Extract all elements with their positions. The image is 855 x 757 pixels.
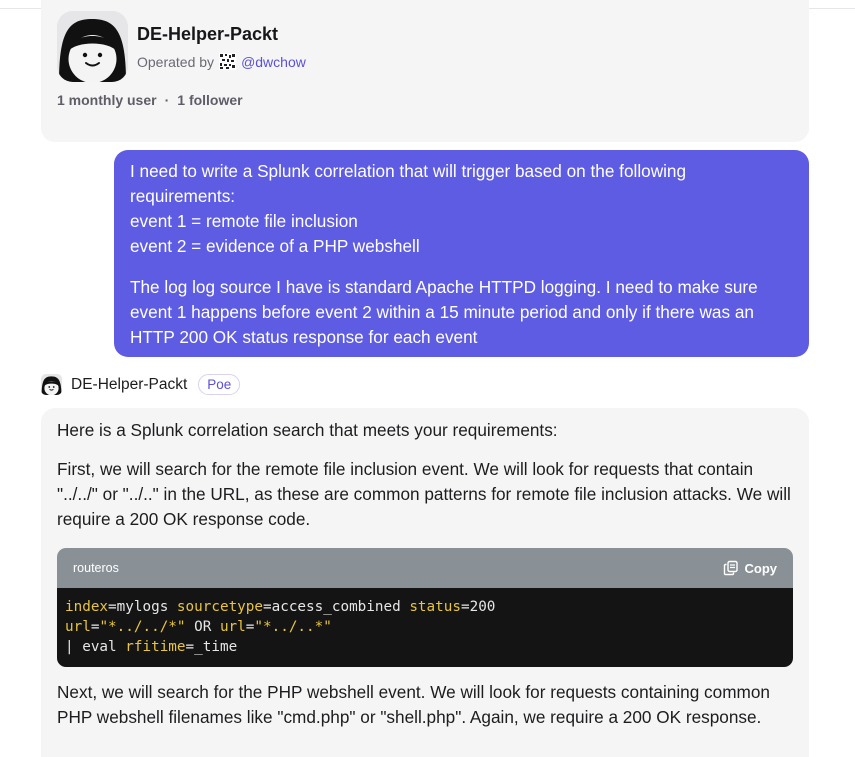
bot-name: DE-Helper-Packt: [137, 24, 279, 44]
code-line-2: url="*../../*" OR url="*../..*": [65, 617, 785, 637]
code-language: routeros: [73, 560, 119, 575]
response-bot-name[interactable]: DE-Helper-Packt: [71, 376, 187, 394]
response-header: DE-Helper-Packt Poe: [41, 374, 241, 395]
code-token: =200: [460, 599, 496, 615]
code-token: rfitime: [125, 639, 186, 655]
code-token: =_time: [185, 639, 238, 655]
copy-label: Copy: [744, 560, 778, 576]
copy-icon: [723, 560, 738, 576]
code-token: index: [65, 599, 109, 615]
smiley-face-avatar-icon: [57, 11, 128, 82]
code-line-3: | eval rfitime=_time: [65, 637, 785, 657]
stats-separator: ·: [164, 92, 170, 108]
poe-badge: Poe: [198, 374, 241, 395]
response-card: Here is a Splunk correlation search that…: [41, 408, 809, 757]
code-token: OR: [185, 619, 220, 635]
code-token: "*../..*": [254, 619, 332, 635]
code-header: routeros Copy: [57, 548, 793, 588]
code-token: url: [65, 619, 91, 635]
code-token: status: [409, 599, 461, 615]
smiley-face-avatar-icon: [41, 374, 62, 395]
operated-by-label: Operated by: [137, 53, 215, 70]
user-message-line: I need to write a Splunk correlation tha…: [130, 161, 687, 206]
code-body[interactable]: index=mylogs sourcetype=access_combined …: [57, 588, 793, 667]
code-token: =mylogs: [108, 599, 177, 615]
code-token: "*../../*": [99, 619, 186, 635]
code-block: routeros Copy index=mylogs sourcetype=ac…: [57, 548, 793, 667]
bot-avatar[interactable]: [57, 11, 128, 82]
user-message-line: event 2 = evidence of a PHP webshell: [130, 236, 420, 256]
operator-handle-link[interactable]: @dwchow: [241, 54, 306, 70]
user-message-bubble: I need to write a Splunk correlation tha…: [114, 150, 809, 357]
user-message-paragraph: The log log source I have is standard Ap…: [130, 277, 758, 347]
monthly-users: 1 monthly user: [57, 92, 157, 108]
code-token: | eval: [65, 639, 126, 655]
bot-info-card: [41, 0, 809, 142]
qr-pattern-icon: [219, 53, 237, 70]
copy-button[interactable]: Copy: [723, 556, 778, 581]
bot-stats: 1 monthly user · 1 follower: [57, 92, 243, 108]
response-bot-avatar[interactable]: [41, 374, 62, 395]
response-paragraph: Next, we will search for the PHP webshel…: [57, 682, 770, 727]
code-token: =access_combined: [263, 599, 410, 615]
operated-by: Operated by @dwchow: [137, 53, 306, 70]
code-token: url: [219, 619, 246, 635]
response-intro: Here is a Splunk correlation search that…: [57, 420, 558, 440]
followers-count[interactable]: 1 follower: [177, 92, 242, 108]
response-paragraph: First, we will search for the remote fil…: [57, 459, 791, 529]
code-token: sourcetype: [176, 599, 263, 615]
user-message-line: event 1 = remote file inclusion: [130, 211, 358, 231]
code-line-1: index=mylogs sourcetype=access_combined …: [65, 597, 785, 617]
